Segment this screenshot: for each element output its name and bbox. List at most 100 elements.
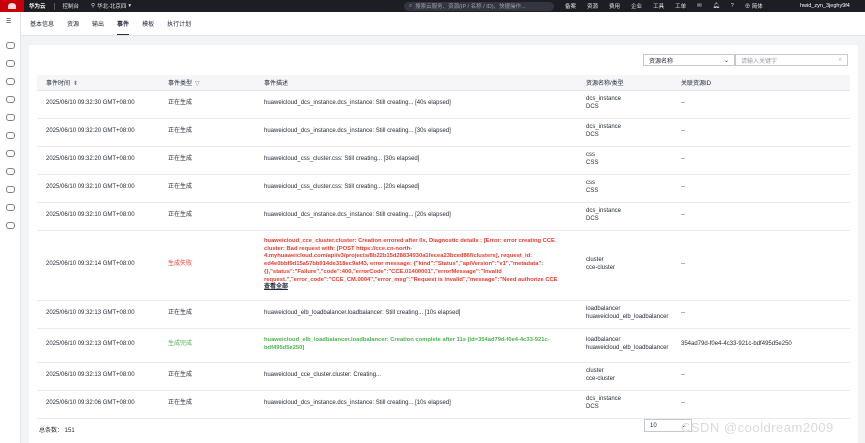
event-time: 2025/06/10 09:32:14 GMT+08:00 [37, 230, 159, 301]
event-type: 正在生成 [159, 202, 255, 231]
table-row: 2025/06/10 09:32:13 GMT+08:00 正在生成 huaweic… [37, 300, 850, 329]
events-table-body: 2025/06/10 09:32:30 GMT+08:00 正在生成 huaweic… [37, 90, 850, 419]
language-switch[interactable]: ⊕ 简体 [745, 2, 763, 10]
compute-icon[interactable] [6, 60, 15, 67]
resource-id: -- [672, 202, 850, 231]
event-description: huaweicloud_dcs_instance.dcs_instance: S… [255, 90, 577, 119]
tab-template[interactable]: 模板 [142, 19, 154, 28]
user-account-menu[interactable]: hwid_zyn_3jeghy9f4 [800, 0, 850, 12]
resource-name: css [586, 180, 595, 187]
sort-icon[interactable]: ⬍ [73, 80, 78, 87]
resource-type: huaweicloud_elb_loadbalancer [586, 345, 669, 351]
view-all-link[interactable]: 查看全部 [264, 284, 288, 290]
user-name: hwid_zyn_3jeghy9f4 [800, 3, 850, 9]
nav-item-tools[interactable]: 工具 [653, 2, 664, 10]
nav-item-resources[interactable]: 资源 [587, 2, 598, 10]
resource-name: cluster [586, 368, 604, 375]
resource-id: -- [672, 146, 850, 175]
tab-execution-plan[interactable]: 执行计划 [167, 19, 191, 28]
cdn-icon[interactable] [6, 150, 15, 157]
nav-item-enterprise[interactable]: 企业 [631, 2, 642, 10]
chevron-down-icon: ⌄ [723, 57, 729, 64]
tab-resources[interactable]: 资源 [67, 19, 79, 28]
event-type: 正在生成 [159, 174, 255, 203]
event-type: 正在生成 [159, 146, 255, 175]
tab-outputs[interactable]: 输出 [92, 19, 104, 28]
event-type: 正在生成 [159, 362, 255, 391]
location-pin-icon: ⚲ [91, 3, 96, 9]
globe-icon: ⊕ [744, 4, 751, 10]
brand-name[interactable]: 华为云 [29, 2, 46, 10]
cloud-service-icon[interactable] [6, 42, 15, 49]
keyword-search-input[interactable]: 请输入关键字 ⌕ [735, 54, 848, 66]
filter-icon[interactable]: ▽ [195, 80, 200, 87]
nav-item-beian[interactable]: 备案 [565, 2, 576, 10]
table-row: 2025/06/10 09:32:20 GMT+08:00 正在生成 huaweic… [37, 146, 850, 175]
tab-basic-info[interactable]: 基本信息 [30, 19, 54, 28]
search-icon: ⌕ [409, 2, 413, 9]
resource-type: cce-cluster [586, 265, 616, 271]
huawei-logo[interactable] [0, 0, 24, 12]
service-sidebar: ☰ [0, 12, 21, 443]
resource-name-type: css CSS [577, 174, 672, 203]
resource-name-type: loadbalancer huaweicloud_elb_loadbalancer [577, 328, 672, 363]
storage-icon[interactable] [6, 132, 15, 139]
event-description-text: huaweicloud_dcs_instance.dcs_instance: S… [264, 212, 451, 219]
resource-name: dcs_instance [586, 96, 622, 103]
console-link[interactable]: 控制台 [63, 2, 80, 10]
header-label: 事件时间 [46, 80, 71, 87]
region-selector[interactable]: ⚲ 华北-北京四 ▾ [91, 2, 131, 10]
table-row: 2025/06/10 09:32:13 GMT+08:00 生成完成 huaweic… [37, 328, 850, 363]
search-icon[interactable]: ⌕ [839, 57, 842, 64]
database-icon[interactable] [6, 114, 15, 121]
table-row: 2025/06/10 09:32:13 GMT+08:00 正在生成 huaweic… [37, 362, 850, 391]
col-event-time[interactable]: 事件时间 ⬍ [37, 75, 159, 91]
table-row: 2025/06/10 09:32:10 GMT+08:00 正在生成 huaweic… [37, 174, 850, 203]
resource-name: loadbalancer [586, 337, 621, 344]
resource-type: CSS [586, 160, 599, 166]
col-event-type[interactable]: 事件类型 ▽ [159, 75, 255, 91]
security-icon[interactable] [6, 204, 15, 211]
resource-id: -- [672, 362, 850, 391]
resource-name-type: dcs_instance DCS [577, 202, 672, 231]
logo-petal-icon [8, 3, 16, 9]
nav-item-tickets[interactable]: 工单 [675, 2, 686, 10]
container-icon[interactable] [6, 168, 15, 175]
message-icon[interactable]: ✉ [697, 3, 702, 9]
event-type: 正在生成 [159, 300, 255, 329]
help-icon[interactable]: ? [731, 3, 734, 9]
event-type: 正在生成 [159, 390, 255, 419]
chevron-down-icon: ▾ [128, 3, 132, 9]
resource-name: dcs_instance [586, 396, 622, 403]
event-description-text: huaweicloud_elb_loadbalancer.loadbalance… [264, 310, 461, 317]
filter-field-select[interactable]: 资源名称 ⌄ [643, 54, 735, 66]
stack-detail-tabs: 基本信息 资源 输出 事件 模板 执行计划 [21, 12, 865, 36]
network-icon[interactable] [6, 78, 15, 85]
event-type: 正在生成 [159, 90, 255, 119]
monitor-icon[interactable] [6, 186, 15, 193]
event-description-text: huaweicloud_css_cluster.css: Still creat… [264, 156, 420, 163]
global-search-input[interactable]: ⌕ 搜索云服务、资源(IP / 名称 / ID)、快捷操作... [404, 1, 554, 11]
event-description: huaweicloud_dcs_instance.dcs_instance: S… [255, 390, 577, 419]
nav-item-billing[interactable]: 费用 [609, 2, 620, 10]
search-placeholder: 搜索云服务、资源(IP / 名称 / ID)、快捷操作... [415, 4, 526, 10]
resource-name-type: cluster cce-cluster [577, 362, 672, 391]
cloud-icon[interactable] [6, 96, 15, 103]
header-label: 资源名称/类型 [586, 80, 624, 87]
event-description-text: huaweicloud_elb_loadbalancer.loadbalance… [264, 337, 550, 351]
resource-id: -- [672, 174, 850, 203]
event-description-text: huaweicloud_cce_cluster.cluster: Creatio… [264, 237, 558, 283]
menu-icon[interactable]: ☰ [6, 18, 15, 25]
event-description: huaweicloud_elb_loadbalancer.loadbalance… [255, 300, 577, 329]
table-header-row: 事件时间 ⬍ 事件类型 ▽ 事件描述 资源名称/类型 关联资源ID [37, 75, 850, 91]
resource-id: 354ad79d-f0e4-4c33-921c-bdf495d5e250 [672, 328, 850, 363]
event-description: huaweicloud_dcs_instance.dcs_instance: S… [255, 202, 577, 231]
header-label: 关联资源ID [681, 80, 712, 87]
resource-name-type: loadbalancer huaweicloud_elb_loadbalancer [577, 300, 672, 329]
col-event-desc: 事件描述 [255, 75, 577, 91]
filter-field-value: 资源名称 [649, 58, 674, 65]
bell-icon[interactable]: 🔔︎ [713, 3, 720, 9]
resource-name: dcs_instance [586, 124, 622, 131]
tab-events[interactable]: 事件 [117, 19, 130, 35]
settings-icon[interactable] [6, 222, 15, 229]
